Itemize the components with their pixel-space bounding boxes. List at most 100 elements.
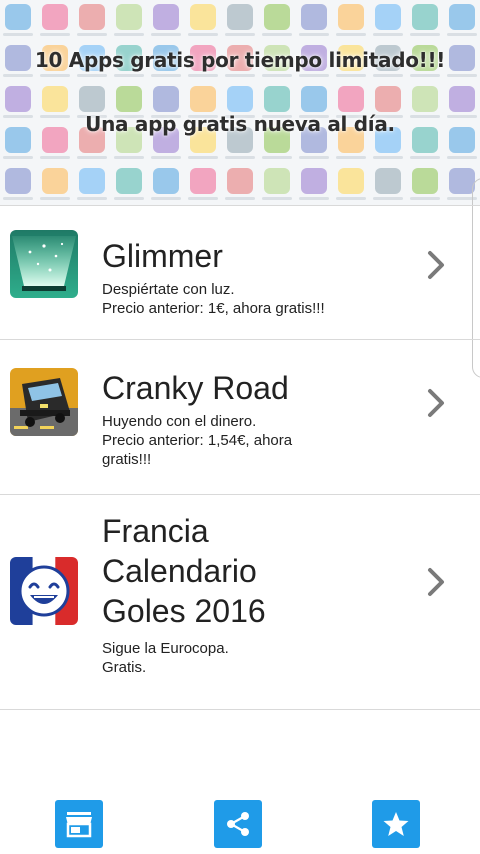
collage-app-icon xyxy=(263,168,290,194)
bottom-action-bar xyxy=(0,800,480,850)
collage-app-icon xyxy=(448,86,475,112)
chevron-right-icon[interactable] xyxy=(426,250,446,280)
collage-app-icon xyxy=(411,168,438,194)
app-name: Cranky Road xyxy=(102,370,289,406)
collage-app-icon xyxy=(79,86,106,112)
collage-app-caption xyxy=(446,156,477,159)
collage-app-icon xyxy=(42,86,69,112)
collage-app-icon xyxy=(448,168,475,194)
collage-app-icon xyxy=(227,168,253,194)
app-description: Sigue la Eurocopa. Gratis. xyxy=(102,639,402,677)
app-icon-collage xyxy=(0,0,480,205)
collage-app-caption xyxy=(372,74,403,77)
collage-app-caption xyxy=(372,156,403,159)
collage-app-caption xyxy=(77,197,108,200)
collage-app-caption xyxy=(225,74,255,77)
collage-app-icon xyxy=(116,86,143,112)
francia-calendario-app-icon xyxy=(10,557,78,625)
collage-app-caption xyxy=(409,74,440,77)
list-item-cranky-road[interactable]: Cranky Road Huyendo con el dinero. Preci… xyxy=(0,339,480,494)
collage-app-caption xyxy=(335,74,366,77)
app-price-note: Precio anterior: 1€, ahora gratis!!! xyxy=(102,300,325,317)
app-price-note: Gratis. xyxy=(102,659,147,676)
collage-app-icon xyxy=(227,4,253,30)
collage-app-icon xyxy=(153,86,180,112)
collage-app-icon xyxy=(300,86,327,112)
app-name: Glimmer xyxy=(102,238,223,274)
collage-app-caption xyxy=(114,156,145,159)
collage-app-icon xyxy=(300,4,327,30)
collage-app-caption xyxy=(225,33,255,36)
collage-app-caption xyxy=(77,74,108,77)
collage-app-icon xyxy=(79,4,106,30)
collage-app-icon xyxy=(263,4,290,30)
collage-app-icon xyxy=(42,4,69,30)
app-tagline: Huyendo con el dinero. xyxy=(102,413,257,430)
collage-app-caption xyxy=(3,156,34,159)
collage-app-caption xyxy=(3,74,34,77)
collage-app-icon xyxy=(374,4,401,30)
collage-app-caption xyxy=(188,156,219,159)
chevron-right-icon[interactable] xyxy=(426,567,446,597)
collage-app-caption xyxy=(151,156,182,159)
banner-subheadline: Una app gratis nueva al día. xyxy=(85,112,395,136)
collage-app-icon xyxy=(5,168,32,194)
collage-app-icon xyxy=(337,168,364,194)
collage-app-caption xyxy=(151,33,182,36)
collage-app-caption xyxy=(188,197,219,200)
collage-app-icon xyxy=(374,168,401,194)
collage-app-icon xyxy=(227,86,253,112)
collage-app-icon xyxy=(116,4,143,30)
app-price-note: Precio anterior: 1,54€, ahora gratis!!! xyxy=(102,432,293,468)
list-item-glimmer[interactable]: Glimmer Despiértate con luz. Precio ante… xyxy=(0,205,480,339)
collage-app-icon xyxy=(374,86,401,112)
collage-app-icon xyxy=(42,168,69,194)
collage-app-icon xyxy=(411,4,438,30)
promo-banner: 10 Apps gratis por tiempo limitado!!! Un… xyxy=(0,0,480,205)
collage-app-icon xyxy=(153,168,180,194)
collage-app-caption xyxy=(40,74,71,77)
collage-app-caption xyxy=(40,197,71,200)
banner-headline: 10 Apps gratis por tiempo limitado!!! xyxy=(34,48,446,72)
collage-app-caption xyxy=(114,33,145,36)
collage-app-caption xyxy=(3,197,34,200)
collage-app-icon xyxy=(153,4,180,30)
collage-app-caption xyxy=(77,156,108,159)
collage-app-icon xyxy=(5,4,32,30)
app-tagline: Despiértate con luz. xyxy=(102,281,235,298)
collage-app-caption xyxy=(114,197,145,200)
collage-app-caption xyxy=(188,33,219,36)
collage-app-caption xyxy=(335,33,366,36)
collage-app-icon xyxy=(448,4,475,30)
collage-app-caption xyxy=(261,33,292,36)
app-description: Despiértate con luz. Precio anterior: 1€… xyxy=(102,280,402,318)
collage-app-icon xyxy=(300,168,327,194)
collage-app-caption xyxy=(409,33,440,36)
collage-app-caption xyxy=(372,33,403,36)
store-button[interactable] xyxy=(55,800,103,848)
collage-app-caption xyxy=(114,74,145,77)
collage-app-icon xyxy=(411,86,438,112)
list-item-francia-calendario[interactable]: Francia Calendario Goles 2016 Sigue la E… xyxy=(0,494,480,710)
collage-app-caption xyxy=(298,33,329,36)
collage-app-icon xyxy=(79,168,106,194)
cranky-road-app-icon xyxy=(10,368,78,436)
collage-app-caption xyxy=(188,74,219,77)
collage-app-caption xyxy=(409,197,440,200)
collage-app-icon xyxy=(190,4,217,30)
collage-app-caption xyxy=(298,197,329,200)
glimmer-app-icon xyxy=(10,230,78,298)
collage-app-caption xyxy=(409,156,440,159)
collage-app-caption xyxy=(261,197,292,200)
share-button[interactable] xyxy=(214,800,262,848)
collage-app-caption xyxy=(151,197,182,200)
store-icon xyxy=(66,812,92,838)
chevron-right-icon[interactable] xyxy=(426,388,446,418)
favorite-button[interactable] xyxy=(372,800,420,848)
collage-app-icon xyxy=(190,168,217,194)
collage-app-icon xyxy=(5,86,32,112)
collage-app-caption xyxy=(151,74,182,77)
collage-app-caption xyxy=(261,156,292,159)
collage-app-caption xyxy=(446,74,477,77)
collage-app-caption xyxy=(335,156,366,159)
